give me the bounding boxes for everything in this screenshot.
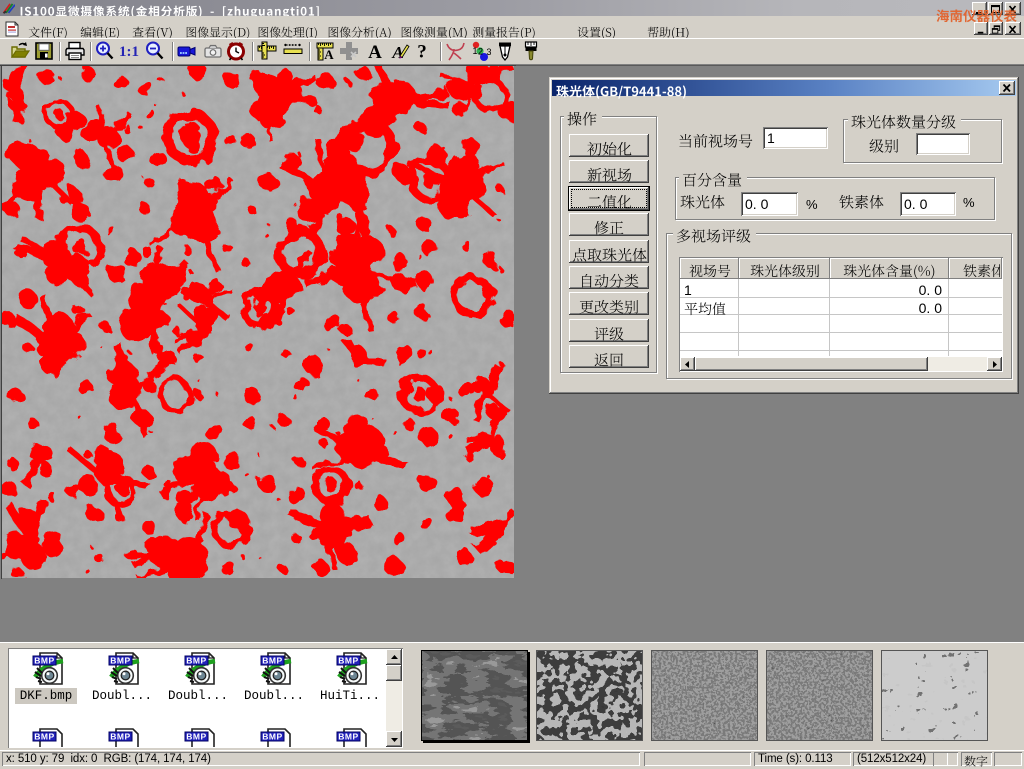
svg-text:BMP: BMP bbox=[186, 656, 206, 666]
svg-text:BMP: BMP bbox=[34, 656, 54, 666]
svg-text:3: 3 bbox=[487, 47, 492, 57]
svg-text:BMP: BMP bbox=[338, 656, 358, 666]
svg-text:A: A bbox=[368, 42, 382, 62]
svg-text:BMP: BMP bbox=[262, 656, 282, 666]
svg-text:A: A bbox=[324, 47, 334, 62]
svg-text:1:1: 1:1 bbox=[119, 44, 139, 60]
svg-text:BMP: BMP bbox=[110, 656, 130, 666]
svg-text:2: 2 bbox=[478, 47, 483, 57]
svg-text:?: ? bbox=[417, 42, 427, 63]
svg-text:1: 1 bbox=[473, 46, 478, 56]
